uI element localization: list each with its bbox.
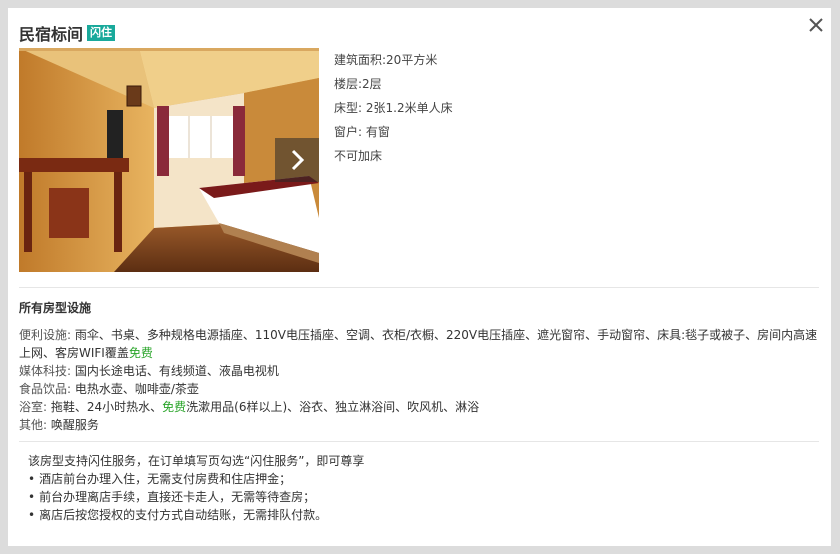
room-photo[interactable] — [19, 48, 319, 272]
notice-item-text: 离店后按您授权的支付方式自动结账，无需排队付款。 — [39, 508, 328, 522]
facility-label: 其他: — [19, 418, 48, 432]
spec-extra-bed: 不可加床 — [334, 149, 383, 163]
divider — [19, 441, 819, 442]
notice-item: • 前台办理离店手续，直接还卡走人，无需等待查房； — [28, 488, 364, 506]
facility-label: 浴室: — [19, 400, 48, 414]
room-title-row: 民宿标间 闪住 — [19, 21, 116, 45]
facility-value: 电热水壶、咖啡壶/茶壶 — [71, 382, 199, 396]
notice-item: • 离店后按您授权的支付方式自动结账，无需排队付款。 — [28, 506, 364, 524]
notice-item-text: 前台办理离店手续，直接还卡走人，无需等待查房； — [39, 490, 316, 504]
notice-item-text: 酒店前台办理入住，无需支付房费和住店押金； — [39, 472, 292, 486]
facility-label: 食品饮品: — [19, 382, 72, 396]
flash-stay-notice: 该房型支持闪住服务，在订单填写页勾选“闪住服务”，即可尊享 • 酒店前台办理入住，… — [28, 452, 364, 524]
notice-intro: 该房型支持闪住服务，在订单填写页勾选“闪住服务”，即可尊享 — [28, 454, 365, 468]
facilities-title: 所有房型设施 — [19, 301, 92, 315]
facility-value: 唤醒服务 — [47, 418, 99, 432]
bullet: • — [28, 472, 36, 486]
spec-floor: 楼层:2层 — [334, 77, 382, 91]
chevron-right-icon — [291, 149, 305, 171]
facility-row-convenience: 便利设施: 雨伞、书桌、多种规格电源插座、110V电压插座、空调、衣柜/衣橱、2… — [19, 326, 819, 362]
facility-value: 国内长途电话、有线频道、液晶电视机 — [71, 364, 279, 378]
facility-row-media: 媒体科技: 国内长途电话、有线频道、液晶电视机 — [19, 362, 819, 380]
next-photo-button[interactable] — [275, 138, 319, 182]
close-icon[interactable] — [807, 16, 825, 34]
spec-area: 建筑面积:20平方米 — [334, 53, 438, 67]
room-specs: 建筑面积:20平方米 楼层:2层 床型: 2张1.2米单人床 窗户: 有窗 不可… — [334, 52, 453, 172]
facility-row-bath: 浴室: 拖鞋、24小时热水、免费洗漱用品(6样以上)、浴衣、独立淋浴间、吹风机、… — [19, 398, 819, 416]
notice-item: • 酒店前台办理入住，无需支付房费和住店押金； — [28, 470, 364, 488]
room-title: 民宿标间 — [19, 25, 84, 44]
room-detail-panel: 民宿标间 闪住 建筑面积:20平方米 楼层:2层 床型: 2张1.2米单人床 窗… — [8, 8, 831, 546]
facility-value: 拖鞋、24小时热水、 — [47, 400, 163, 414]
spec-window: 窗户: 有窗 — [334, 125, 390, 139]
free-tag: 免费 — [162, 400, 187, 414]
flash-stay-badge: 闪住 — [87, 25, 116, 41]
divider — [19, 287, 819, 288]
facility-label: 媒体科技: — [19, 364, 72, 378]
spec-bed: 床型: 2张1.2米单人床 — [334, 101, 453, 115]
bullet: • — [28, 490, 36, 504]
facility-label: 便利设施: — [19, 328, 72, 342]
facility-row-food: 食品饮品: 电热水壶、咖啡壶/茶壶 — [19, 380, 819, 398]
facilities-list: 便利设施: 雨伞、书桌、多种规格电源插座、110V电压插座、空调、衣柜/衣橱、2… — [19, 326, 819, 434]
facility-row-other: 其他: 唤醒服务 — [19, 416, 819, 434]
free-tag: 免费 — [128, 346, 153, 360]
bullet: • — [28, 508, 36, 522]
facility-value: 洗漱用品(6样以上)、浴衣、独立淋浴间、吹风机、淋浴 — [186, 400, 480, 414]
